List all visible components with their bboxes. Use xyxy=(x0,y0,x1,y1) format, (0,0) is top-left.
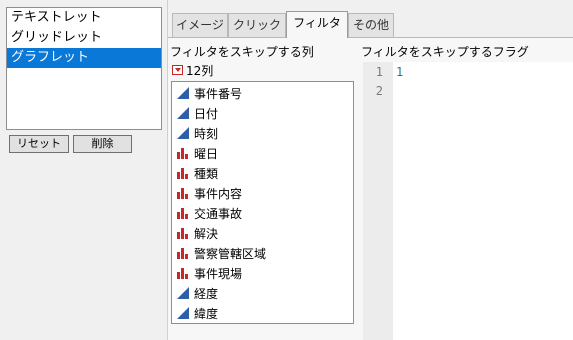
column-name: 種類 xyxy=(194,166,219,181)
column-item[interactable]: 事件現場 xyxy=(172,263,353,283)
column-name: 経度 xyxy=(194,286,219,301)
continuous-icon xyxy=(177,107,189,119)
column-name: 時刻 xyxy=(194,126,219,141)
nominal-icon xyxy=(177,188,188,199)
column-name: 日付 xyxy=(194,106,219,121)
column-item[interactable]: 経度 xyxy=(172,283,353,303)
nominal-icon xyxy=(177,268,188,279)
column-item[interactable]: 事件番号 xyxy=(172,83,353,103)
column-item[interactable]: 緯度 xyxy=(172,303,353,323)
code-line[interactable]: 1 xyxy=(396,65,403,79)
line-number: 1 xyxy=(375,65,383,79)
tab-image[interactable]: イメージ xyxy=(172,13,228,37)
nominal-icon xyxy=(177,168,188,179)
nominal-icon xyxy=(177,228,188,239)
column-name: 事件内容 xyxy=(194,186,243,201)
skip-filter-flag-label: フィルタをスキップするフラグ xyxy=(361,45,529,59)
column-item[interactable]: 日付 xyxy=(172,103,353,123)
reset-button[interactable]: リセット xyxy=(9,135,69,153)
column-item[interactable]: 解決 xyxy=(172,223,353,243)
continuous-icon xyxy=(177,287,189,299)
column-name: 解決 xyxy=(194,226,219,241)
tab-filter[interactable]: フィルタ xyxy=(286,11,348,38)
line-number: 2 xyxy=(375,84,383,98)
column-count: 12列 xyxy=(186,63,214,78)
line-number-gutter: 1 2 xyxy=(363,62,393,340)
nominal-icon xyxy=(177,208,188,219)
skip-flag-editor[interactable]: 1 2 1 xyxy=(363,62,573,340)
continuous-icon xyxy=(177,127,189,139)
disclosure-triangle-icon[interactable] xyxy=(172,65,183,75)
column-name: 交通事故 xyxy=(194,206,243,221)
list-item-graphlet[interactable]: グラフレット xyxy=(7,48,161,68)
list-item-gridlet[interactable]: グリッドレット xyxy=(7,28,161,48)
nominal-icon xyxy=(177,148,188,159)
skip-filter-column-list[interactable]: 事件番号日付時刻曜日種類事件内容交通事故解決警察管轄区域 事件現場経度緯度 xyxy=(171,81,354,324)
tab-other[interactable]: その他 xyxy=(348,13,394,37)
column-item[interactable]: 種類 xyxy=(172,163,353,183)
nominal-icon xyxy=(177,248,188,259)
skip-filter-columns-label: フィルタをスキップする列 xyxy=(170,45,314,59)
column-name: 事件現場 xyxy=(194,266,243,281)
column-item[interactable]: 曜日 xyxy=(172,143,353,163)
graphlet-type-list[interactable]: テキストレット グリッドレット グラフレット xyxy=(6,7,162,130)
column-count-row: 12列 xyxy=(172,63,214,78)
continuous-icon xyxy=(177,307,189,319)
delete-button[interactable]: 削除 xyxy=(73,135,132,153)
column-name: 緯度 xyxy=(194,306,219,321)
column-item[interactable]: 事件内容 xyxy=(172,183,353,203)
column-item[interactable]: 警察管轄区域 xyxy=(172,243,353,263)
column-name: 警察管轄区域 xyxy=(194,246,267,261)
column-item[interactable]: 時刻 xyxy=(172,123,353,143)
tab-click[interactable]: クリック xyxy=(228,13,286,37)
column-name: 曜日 xyxy=(194,146,219,161)
list-item-textlet[interactable]: テキストレット xyxy=(7,8,161,28)
tab-underline xyxy=(168,37,573,38)
column-item[interactable]: 交通事故 xyxy=(172,203,353,223)
column-name: 事件番号 xyxy=(194,86,243,101)
continuous-icon xyxy=(177,87,189,99)
